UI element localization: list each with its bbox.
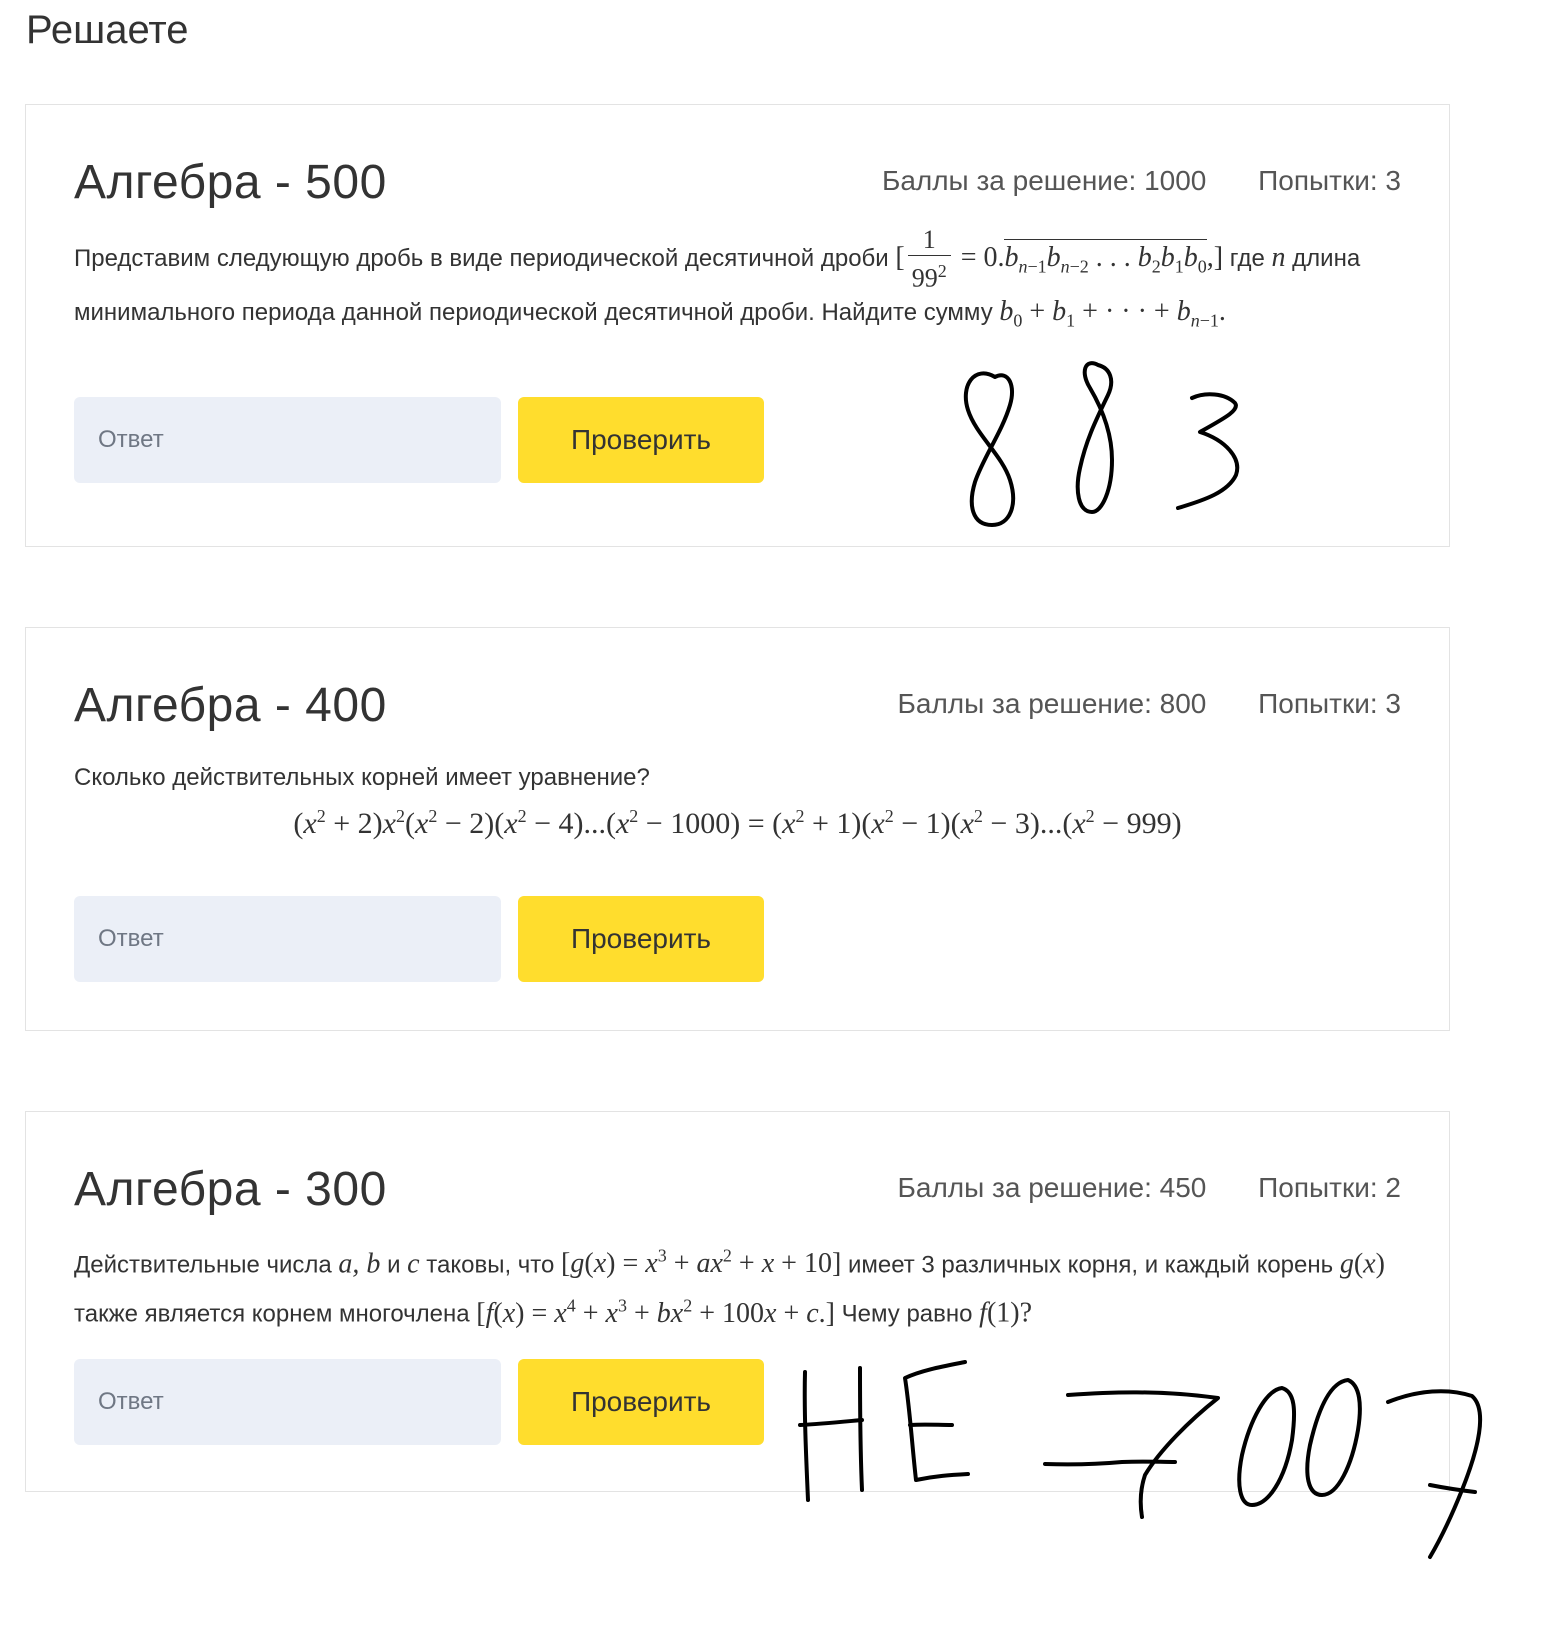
problem-text: где xyxy=(1229,244,1265,272)
math-formula: [g(x) = x3 + ax2 + x + 10] xyxy=(561,1246,842,1280)
math-formula: b0 + b1 + · · · + bn−1. xyxy=(999,295,1226,331)
math-formula: [f(x) = x4 + x3 + bx2 + 100x + c.] xyxy=(476,1295,835,1329)
points-label: Баллы за решение: xyxy=(897,688,1152,719)
task-meta: Баллы за решение: 450 Попытки: 2 xyxy=(898,1168,1401,1208)
answer-input[interactable] xyxy=(74,896,501,982)
problem-statement: Представим следующую дробь в виде период… xyxy=(74,227,1401,340)
check-button[interactable]: Проверить xyxy=(518,896,764,982)
page-heading: Решаете xyxy=(26,8,189,52)
attempts-label: Попытки: xyxy=(1258,688,1378,719)
problem-statement: Действительные числа a, b и c таковы, чт… xyxy=(74,1236,1401,1335)
task-card-algebra-300: Алгебра - 300 Баллы за решение: 450 Попы… xyxy=(25,1111,1450,1492)
task-card-algebra-500: Алгебра - 500 Баллы за решение: 1000 Поп… xyxy=(25,104,1450,547)
problem-statement: Сколько действительных корней имеет урав… xyxy=(74,758,1401,798)
math-formula: c xyxy=(407,1248,420,1280)
problem-text: таковы, что xyxy=(426,1251,555,1279)
attempts-label: Попытки: xyxy=(1258,1172,1378,1203)
check-button[interactable]: Проверить xyxy=(518,397,764,483)
problem-text: Сколько действительных корней имеет урав… xyxy=(74,764,650,791)
attempts-value: 3 xyxy=(1385,688,1401,719)
points-label: Баллы за решение: xyxy=(881,165,1137,196)
answer-input[interactable] xyxy=(74,397,501,483)
points-label: Баллы за решение: xyxy=(897,1172,1152,1203)
attempts-label: Попытки: xyxy=(1258,165,1378,196)
attempts-value: 3 xyxy=(1385,165,1401,196)
task-meta: Баллы за решение: 1000 Попытки: 3 xyxy=(882,161,1401,201)
points-value: 800 xyxy=(1159,688,1207,719)
math-formula: n xyxy=(1271,241,1286,273)
math-formula: g(x) xyxy=(1339,1248,1385,1280)
task-meta: Баллы за решение: 800 Попытки: 3 xyxy=(898,684,1401,724)
math-equation: (x2 + 2)x2(x2 − 2)(x2 − 4)...(x2 − 1000)… xyxy=(293,806,1182,840)
task-card-algebra-400: Алгебра - 400 Баллы за решение: 800 Попы… xyxy=(25,627,1450,1031)
problem-text: также является корнем многочлена xyxy=(74,1300,470,1328)
answer-input[interactable] xyxy=(74,1359,501,1445)
task-title: Алгебра - 500 xyxy=(74,156,387,209)
math-formula: f(1)? xyxy=(979,1297,1033,1329)
task-title: Алгебра - 300 xyxy=(74,1163,387,1216)
attempts-value: 2 xyxy=(1385,1172,1401,1203)
points-value: 450 xyxy=(1159,1172,1207,1203)
problem-text: Действительные числа xyxy=(74,1251,332,1279)
problem-text: имеет 3 различных корня, и каждый корень xyxy=(847,1251,1334,1279)
task-title: Алгебра - 400 xyxy=(74,679,387,732)
math-formula: [1 992 = 0.bn−1bn−2 . . . b2b1b0,] xyxy=(895,225,1224,293)
math-formula: a, b xyxy=(338,1248,381,1280)
points-value: 1000 xyxy=(1144,165,1207,196)
problem-text: Представим следующую дробь в виде период… xyxy=(74,244,889,272)
check-button[interactable]: Проверить xyxy=(518,1359,764,1445)
problem-text: Чему равно xyxy=(841,1300,973,1328)
problem-text: и xyxy=(387,1251,401,1279)
